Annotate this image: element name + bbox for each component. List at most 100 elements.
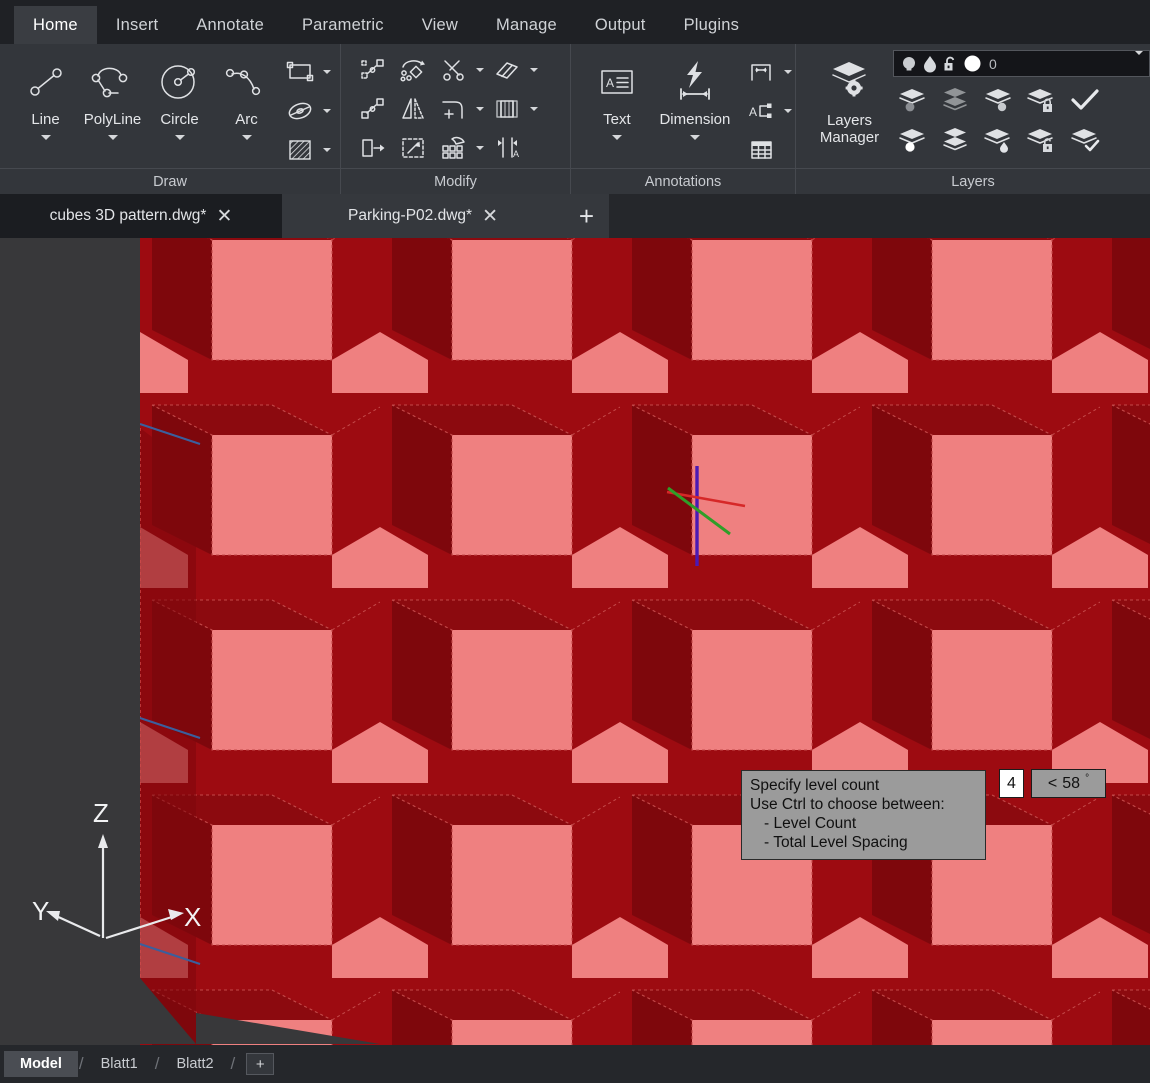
draw-ellipse-button[interactable] bbox=[280, 91, 320, 130]
ribbon-tab-label: Insert bbox=[116, 16, 158, 35]
layer-check-button[interactable] bbox=[1065, 80, 1105, 119]
draw-circle-button[interactable]: Circle bbox=[146, 44, 213, 162]
add-sheet-button[interactable]: + bbox=[246, 1053, 274, 1075]
ellipse-dropdown[interactable] bbox=[320, 91, 334, 130]
ribbon-tab-parametric[interactable]: Parametric bbox=[283, 6, 403, 44]
current-layer-name: 0 bbox=[989, 56, 997, 72]
layer-combobox[interactable]: 0 bbox=[893, 50, 1150, 77]
annotation-text-button[interactable]: A Text bbox=[585, 44, 649, 162]
modify-array-button[interactable] bbox=[433, 128, 473, 167]
polyline-icon bbox=[88, 54, 138, 110]
stretch-dropdown[interactable] bbox=[527, 89, 541, 128]
unlock-icon[interactable] bbox=[942, 55, 958, 73]
scale-icon bbox=[398, 135, 428, 161]
lightbulb-icon[interactable] bbox=[900, 55, 918, 73]
draw-arc-button[interactable]: Arc bbox=[213, 44, 280, 162]
layer-color-icon[interactable] bbox=[963, 54, 982, 73]
ribbon-tab-view[interactable]: View bbox=[403, 6, 477, 44]
modify-scale-button[interactable] bbox=[393, 128, 433, 167]
draw-line-button[interactable]: Line bbox=[12, 44, 79, 162]
new-document-button[interactable]: + bbox=[564, 194, 609, 238]
layer-unisolate-icon bbox=[939, 125, 973, 155]
layer-unlock-button[interactable] bbox=[1022, 120, 1062, 159]
leader-button[interactable]: A bbox=[741, 91, 781, 130]
drawing-viewport[interactable]: Z X Y Specify level count Use Ctrl to ch… bbox=[0, 238, 1150, 1045]
ribbon-tab-insert[interactable]: Insert bbox=[97, 6, 177, 44]
modify-fillet-button[interactable] bbox=[433, 89, 473, 128]
ucs-x-label: X bbox=[184, 902, 201, 932]
document-tab-bar: cubes 3D pattern.dwg* ✕ Parking-P02.dwg*… bbox=[0, 194, 1150, 238]
close-icon[interactable]: ✕ bbox=[482, 207, 498, 226]
sheet-tab-model[interactable]: Model bbox=[4, 1051, 78, 1077]
leader-dropdown[interactable] bbox=[781, 91, 795, 130]
close-icon[interactable]: ✕ bbox=[216, 207, 232, 226]
modify-trim-button[interactable] bbox=[433, 50, 473, 89]
dimension-style-button[interactable] bbox=[741, 52, 781, 91]
annotation-text-label: Text bbox=[603, 112, 631, 128]
angle-input[interactable]: < 58 ° bbox=[1031, 769, 1106, 798]
ribbon-tab-label: Parametric bbox=[302, 16, 384, 35]
draw-hatch-button[interactable] bbox=[280, 130, 320, 169]
ribbon-tab-output[interactable]: Output bbox=[576, 6, 665, 44]
layer-lock-button[interactable] bbox=[1022, 80, 1062, 119]
modify-stretch-button[interactable] bbox=[487, 89, 527, 128]
modify-align-text-button[interactable]: A bbox=[487, 128, 527, 167]
modify-move-button[interactable] bbox=[353, 50, 393, 89]
table-button[interactable] bbox=[741, 130, 781, 169]
modify-copy-button[interactable] bbox=[353, 89, 393, 128]
annotation-dimension-label: Dimension bbox=[659, 112, 730, 128]
layer-on-button[interactable] bbox=[893, 120, 933, 159]
layer-off-button[interactable] bbox=[893, 80, 933, 119]
layer-match-button[interactable] bbox=[1065, 120, 1105, 159]
copy-icon bbox=[358, 96, 388, 122]
cube-pattern-3d-model: Z X Y bbox=[0, 238, 1150, 1045]
layer-on-icon bbox=[896, 125, 930, 155]
chevron-down-icon[interactable] bbox=[690, 135, 700, 140]
layer-lock-icon bbox=[1025, 85, 1059, 115]
chevron-down-icon[interactable] bbox=[108, 135, 118, 140]
dimension-style-dropdown[interactable] bbox=[781, 52, 795, 91]
annotation-dimension-button[interactable]: Dimension bbox=[649, 44, 741, 162]
layer-freeze-button[interactable] bbox=[979, 80, 1019, 119]
erase-dropdown[interactable] bbox=[527, 50, 541, 89]
rectangle-dropdown[interactable] bbox=[320, 52, 334, 91]
ribbon-tab-annotate[interactable]: Annotate bbox=[177, 6, 283, 44]
layers-manager-button[interactable]: Layers Manager bbox=[812, 44, 887, 162]
layer-thaw-button[interactable] bbox=[979, 120, 1019, 159]
ellipse-icon bbox=[285, 98, 315, 124]
sheet-tab-blatt1[interactable]: Blatt1 bbox=[85, 1051, 154, 1077]
hatch-dropdown[interactable] bbox=[320, 130, 334, 169]
cad-application-window: Home Insert Annotate Parametric View Man… bbox=[0, 0, 1150, 1083]
leader-icon: A bbox=[746, 98, 776, 124]
modify-rotate-button[interactable] bbox=[393, 50, 433, 89]
table-icon bbox=[746, 137, 776, 163]
modify-mirror-button[interactable] bbox=[393, 89, 433, 128]
chevron-down-icon[interactable] bbox=[175, 135, 185, 140]
draw-line-label: Line bbox=[31, 112, 59, 128]
ribbon-tab-label: Output bbox=[595, 16, 646, 35]
document-tab-parking-p02[interactable]: Parking-P02.dwg* ✕ bbox=[282, 194, 564, 238]
ribbon-tab-manage[interactable]: Manage bbox=[477, 6, 576, 44]
tooltip-line-3: - Level Count bbox=[750, 814, 977, 833]
modify-erase-button[interactable] bbox=[487, 50, 527, 89]
fillet-dropdown[interactable] bbox=[473, 89, 487, 128]
dimension-icon bbox=[665, 54, 725, 110]
draw-rectangle-button[interactable] bbox=[280, 52, 320, 91]
ribbon-tab-home[interactable]: Home bbox=[14, 6, 97, 44]
ribbon-tab-plugins[interactable]: Plugins bbox=[665, 6, 759, 44]
freeze-icon[interactable] bbox=[923, 55, 937, 73]
modify-explode-button[interactable] bbox=[353, 128, 393, 167]
chevron-down-icon[interactable] bbox=[41, 135, 51, 140]
chevron-down-icon[interactable] bbox=[612, 135, 622, 140]
sheet-tab-blatt2[interactable]: Blatt2 bbox=[160, 1051, 229, 1077]
trim-dropdown[interactable] bbox=[473, 50, 487, 89]
layer-combobox-dropdown[interactable] bbox=[1135, 55, 1143, 73]
layer-unisolate-button[interactable] bbox=[936, 120, 976, 159]
chevron-down-icon[interactable] bbox=[242, 135, 252, 140]
layer-thaw-icon bbox=[982, 125, 1016, 155]
document-tab-cubes-3d-pattern[interactable]: cubes 3D pattern.dwg* ✕ bbox=[0, 194, 282, 238]
level-count-input[interactable]: 4 bbox=[999, 769, 1024, 798]
draw-polyline-button[interactable]: PolyLine bbox=[79, 44, 146, 162]
array-dropdown[interactable] bbox=[473, 128, 487, 167]
layer-isolate-button[interactable] bbox=[936, 80, 976, 119]
